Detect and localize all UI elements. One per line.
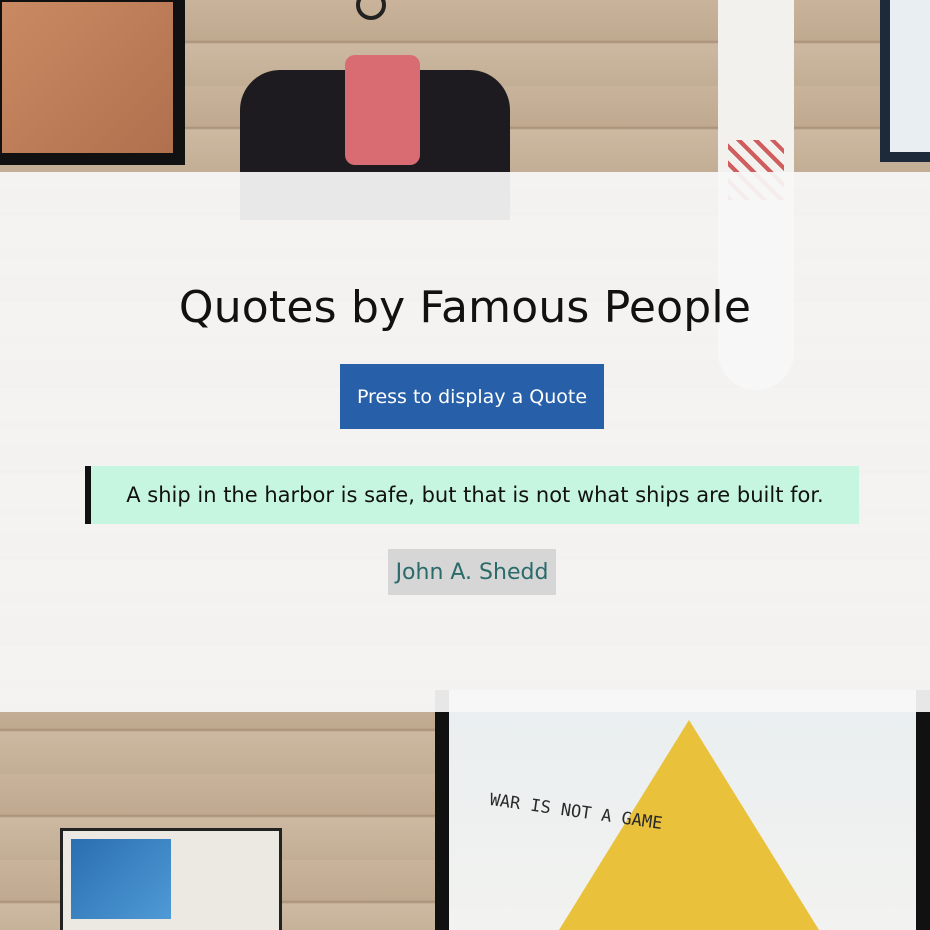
quote-panel: Quotes by Famous People Press to display…: [0, 172, 930, 712]
shirt-image: [345, 55, 420, 165]
framed-picture-top-left: [0, 0, 185, 165]
page-title: Quotes by Famous People: [178, 282, 752, 333]
display-quote-button[interactable]: Press to display a Quote: [340, 364, 604, 429]
magazine-image: [60, 828, 282, 930]
framed-picture-top-right: [880, 0, 930, 162]
magazine-photo: [71, 839, 171, 919]
quote-text: A ship in the harbor is safe, but that i…: [85, 466, 859, 524]
quote-author: John A. Shedd: [388, 549, 556, 595]
poster-image: WAR IS NOT A GAME: [435, 690, 930, 930]
